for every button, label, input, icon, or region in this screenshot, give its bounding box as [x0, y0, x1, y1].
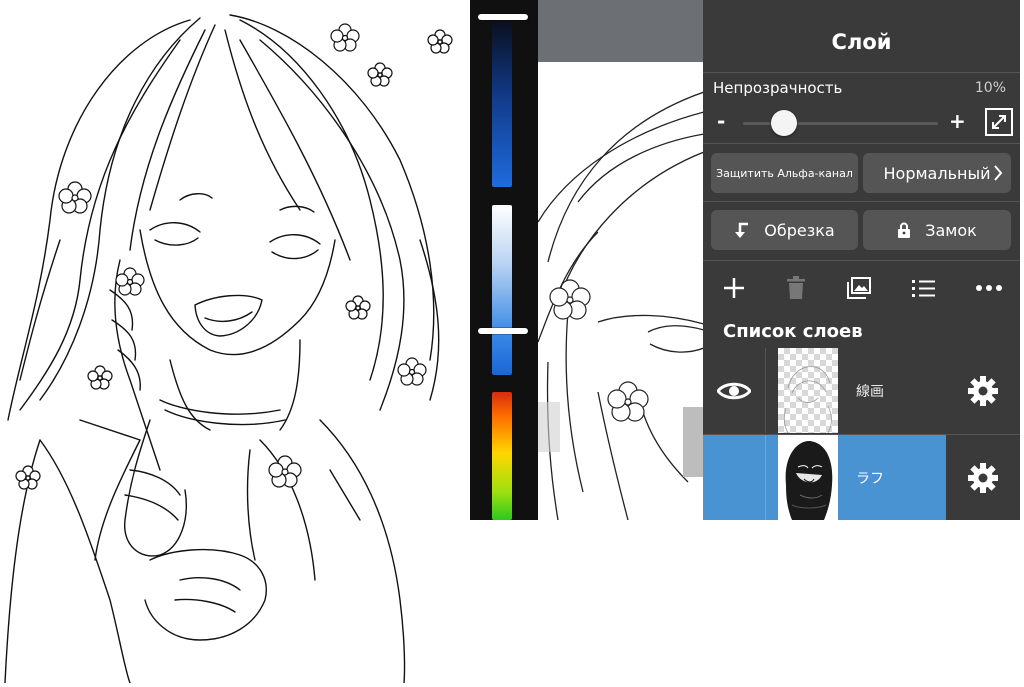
canvas-top-bar — [538, 0, 704, 62]
layer-settings-button[interactable] — [946, 435, 1020, 520]
saturation-slider[interactable] — [492, 205, 512, 375]
hue-slider[interactable] — [492, 392, 512, 520]
visibility-toggle[interactable] — [703, 348, 765, 433]
add-icon — [724, 278, 744, 298]
layer-settings-button[interactable] — [946, 348, 1020, 433]
layer-list-button[interactable] — [906, 270, 942, 306]
canvas-preview[interactable] — [538, 0, 704, 520]
divider — [703, 72, 1020, 73]
layer-row[interactable]: 線画 — [703, 348, 1020, 433]
opacity-value: 10% — [974, 80, 1006, 96]
app-screenshot: Слой Непрозрачность 10% - + Защитить Аль… — [470, 0, 1020, 520]
opacity-decrease-button[interactable]: - — [717, 111, 725, 131]
eye-icon — [717, 382, 751, 399]
opacity-increase-button[interactable]: + — [949, 111, 966, 131]
visibility-toggle[interactable] — [703, 435, 765, 520]
delete-layer-button[interactable] — [778, 270, 814, 306]
slider-knob[interactable] — [478, 328, 528, 334]
trash-icon — [787, 276, 805, 299]
clipping-button[interactable]: Обрезка — [711, 210, 858, 250]
chevron-right-icon — [994, 165, 1003, 181]
artwork-lineart — [0, 0, 470, 684]
expand-icon — [992, 115, 1006, 129]
layer-thumbnail — [778, 348, 838, 433]
add-layer-button[interactable] — [716, 270, 752, 306]
canvas-artwork — [538, 91, 704, 520]
gear-icon — [968, 462, 998, 493]
lineart-illustration — [4, 14, 453, 684]
image-icon — [847, 277, 871, 299]
divider — [703, 201, 1020, 202]
layer-row-selected[interactable]: ラフ — [703, 435, 1020, 520]
divider — [765, 435, 766, 520]
opacity-slider[interactable] — [743, 110, 938, 136]
panel-title: Слой — [831, 30, 892, 54]
layer-list-title: Список слоев — [723, 321, 863, 342]
more-options-button[interactable] — [971, 270, 1007, 306]
more-icon — [976, 285, 1002, 291]
protect-alpha-label: Защитить Альфа-канал — [716, 166, 853, 180]
expand-button[interactable] — [985, 108, 1013, 136]
lock-button[interactable]: Замок — [863, 210, 1011, 250]
lock-label: Замок — [925, 220, 977, 240]
layer-name: 線画 — [856, 384, 884, 400]
divider — [765, 348, 766, 433]
list-icon — [912, 280, 935, 297]
gear-icon — [968, 375, 998, 406]
blend-mode-label: Нормальный — [883, 163, 991, 183]
layer-name: ラフ — [856, 471, 884, 487]
color-slider-strip[interactable] — [470, 0, 538, 520]
layer-panel: Слой Непрозрачность 10% - + Защитить Аль… — [703, 0, 1020, 520]
layer-toolbar — [703, 270, 1020, 308]
clipping-arrow-icon — [734, 221, 750, 239]
slider-knob[interactable] — [478, 14, 528, 20]
layer-image-button[interactable] — [841, 270, 877, 306]
clipping-label: Обрезка — [764, 220, 835, 240]
protect-alpha-button[interactable]: Защитить Альфа-канал — [711, 153, 858, 193]
brightness-slider[interactable] — [492, 22, 512, 187]
divider — [703, 260, 1020, 261]
divider — [703, 143, 1020, 144]
opacity-label: Непрозрачность — [713, 79, 843, 97]
layer-thumbnail — [778, 435, 838, 520]
opacity-slider-thumb[interactable] — [770, 110, 797, 136]
lock-icon — [897, 222, 911, 238]
blend-mode-button[interactable]: Нормальный — [863, 153, 1011, 193]
